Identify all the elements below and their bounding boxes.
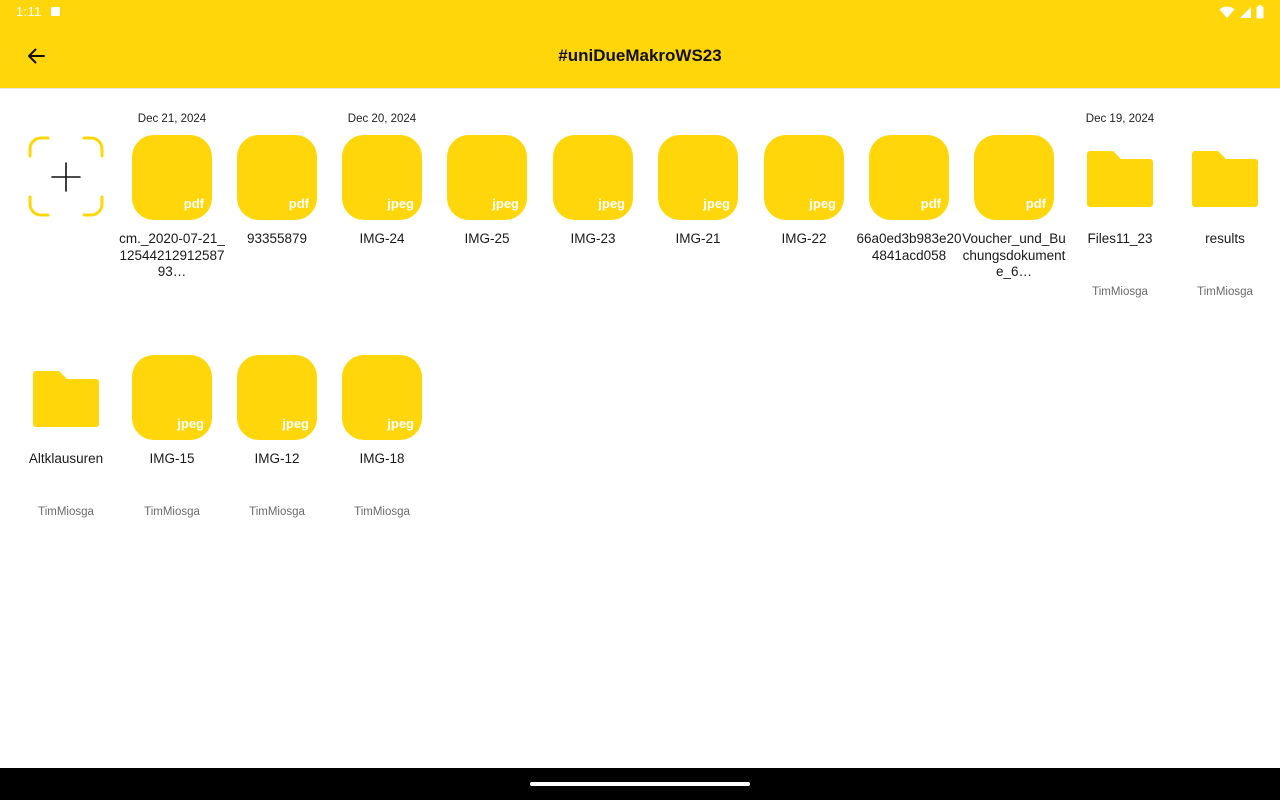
item-name: Altklausuren	[28, 451, 104, 466]
folder-icon	[1087, 151, 1153, 207]
file-extension: jpeg	[598, 196, 625, 211]
item-name: results	[1205, 231, 1245, 246]
arrow-left-icon	[28, 48, 45, 64]
notification-icon	[51, 7, 60, 16]
item-name: IMG-15	[149, 451, 195, 466]
file-extension: pdf	[288, 196, 309, 211]
navigation-bar	[0, 768, 1280, 800]
file-extension: jpeg	[282, 416, 309, 431]
file-icon: pdf	[974, 135, 1054, 220]
date-header: Dec 20, 2024	[347, 113, 417, 125]
add-file-button[interactable]	[27, 135, 105, 218]
file-extension: jpeg	[387, 416, 414, 431]
app-bar: #uniDueMakroWS23	[0, 24, 1280, 88]
item-name: IMG-21	[675, 231, 721, 246]
item-owner: TimMiosga	[144, 506, 200, 518]
item-name: IMG-12	[254, 451, 300, 466]
file-icon: pdf	[237, 135, 317, 220]
file-icon: jpeg	[764, 135, 844, 220]
file-extension: jpeg	[387, 196, 414, 211]
file-extension: pdf	[183, 196, 204, 211]
home-handle[interactable]	[530, 782, 750, 786]
item-name: IMG-25	[464, 231, 510, 246]
item-name: Files11_23	[1087, 231, 1153, 246]
signal-icon	[1240, 6, 1251, 18]
status-icons	[1219, 5, 1264, 19]
file-extension: jpeg	[177, 416, 204, 431]
file-icon: jpeg	[132, 355, 212, 440]
file-extension: pdf	[920, 196, 941, 211]
file-icon: jpeg	[447, 135, 527, 220]
page-title: #uniDueMakroWS23	[558, 46, 722, 65]
item-name: cm._2020-07-21_1254421291258793…	[119, 231, 225, 279]
file-icon: jpeg	[553, 135, 633, 220]
item-name: Voucher_und_Buchungsdokumente_6…	[962, 231, 1066, 279]
item-name: IMG-18	[359, 451, 405, 466]
file-extension: jpeg	[703, 196, 730, 211]
file-icon: jpeg	[342, 355, 422, 440]
item-name: 66a0ed3b983e204841acd058	[856, 231, 962, 263]
wifi-icon	[1219, 6, 1235, 18]
item-owner: TimMiosga	[1092, 286, 1148, 298]
date-header: Dec 21, 2024	[137, 113, 207, 125]
file-icon: jpeg	[658, 135, 738, 220]
plus-icon	[28, 136, 104, 217]
item-owner: TimMiosga	[1197, 286, 1253, 298]
item-name: IMG-23	[570, 231, 616, 246]
file-extension: jpeg	[809, 196, 836, 211]
file-icon: pdf	[132, 135, 212, 220]
item-name: IMG-22	[781, 231, 827, 246]
folder-icon	[1192, 151, 1258, 207]
battery-icon	[1256, 5, 1264, 19]
file-icon: jpeg	[342, 135, 422, 220]
file-icon: pdf	[869, 135, 949, 220]
item-owner: TimMiosga	[249, 506, 305, 518]
status-bar: 1:11	[0, 0, 1280, 24]
back-button[interactable]	[20, 40, 52, 72]
item-name: 93355879	[246, 231, 308, 246]
folder-icon	[33, 371, 99, 427]
item-owner: TimMiosga	[354, 506, 410, 518]
file-icon: jpeg	[237, 355, 317, 440]
file-extension: jpeg	[492, 196, 519, 211]
item-owner: TimMiosga	[38, 506, 94, 518]
divider	[0, 88, 1280, 89]
file-extension: pdf	[1025, 196, 1046, 211]
date-header: Dec 19, 2024	[1085, 113, 1155, 125]
status-time: 1:11	[16, 4, 42, 19]
item-name: IMG-24	[359, 231, 405, 246]
